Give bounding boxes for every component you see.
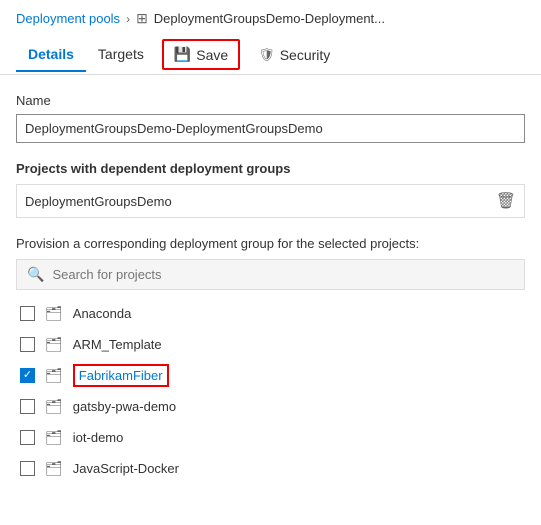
list-item: 🗂 ARM_Template	[16, 331, 525, 358]
breadcrumb-current: DeploymentGroupsDemo-Deployment...	[154, 11, 385, 26]
project-name-anaconda: Anaconda	[73, 306, 132, 321]
tab-details[interactable]: Details	[16, 38, 86, 72]
content-area: Name Projects with dependent deployment …	[0, 75, 541, 500]
search-icon: 🔍	[27, 266, 44, 283]
delete-icon[interactable]: 🗑	[496, 191, 516, 211]
project-checkbox-gatsby[interactable]	[20, 399, 35, 414]
breadcrumb-separator: ›	[126, 12, 130, 26]
existing-project-name: DeploymentGroupsDemo	[25, 194, 172, 209]
breadcrumb-icon: ⊞	[136, 10, 148, 27]
tab-targets[interactable]: Targets	[86, 38, 156, 72]
projects-section-title: Projects with dependent deployment group…	[16, 161, 525, 176]
project-checkbox-jsdocker[interactable]	[20, 461, 35, 476]
list-item: 🗂 FabrikamFiber	[16, 362, 525, 389]
list-item: 🗂 iot-demo	[16, 424, 525, 451]
project-icon-iot: 🗂	[45, 429, 63, 446]
project-icon-fabrikamfiber: 🗂	[45, 367, 63, 384]
existing-project-row: DeploymentGroupsDemo 🗑	[16, 184, 525, 218]
project-list: 🗂 Anaconda 🗂 ARM_Template 🗂 FabrikamFiber 🗂 gat…	[16, 300, 525, 482]
save-button[interactable]: 💾 Save	[162, 39, 240, 70]
breadcrumb-link[interactable]: Deployment pools	[16, 11, 120, 26]
search-input[interactable]	[52, 267, 514, 282]
name-input[interactable]	[16, 114, 525, 143]
project-name-jsdocker: JavaScript-Docker	[73, 461, 179, 476]
project-checkbox-arm_template[interactable]	[20, 337, 35, 352]
tabs-bar: Details Targets 💾 Save 🛡 Security	[0, 35, 541, 75]
project-checkbox-anaconda[interactable]	[20, 306, 35, 321]
list-item: 🗂 Anaconda	[16, 300, 525, 327]
project-icon-gatsby: 🗂	[45, 398, 63, 415]
shield-icon: 🛡	[258, 47, 275, 63]
project-name-arm_template: ARM_Template	[73, 337, 162, 352]
project-icon-jsdocker: 🗂	[45, 460, 63, 477]
save-icon: 💾	[174, 46, 191, 63]
tab-security[interactable]: 🛡 Security	[246, 39, 342, 71]
breadcrumb: Deployment pools › ⊞ DeploymentGroupsDem…	[0, 0, 541, 35]
tab-details-label: Details	[28, 46, 74, 62]
project-name-gatsby: gatsby-pwa-demo	[73, 399, 176, 414]
list-item: 🗂 JavaScript-Docker	[16, 455, 525, 482]
project-checkbox-fabrikamfiber[interactable]	[20, 368, 35, 383]
project-icon-arm_template: 🗂	[45, 336, 63, 353]
project-name-fabrikamfiber: FabrikamFiber	[73, 368, 169, 383]
tab-security-label: Security	[280, 47, 331, 63]
save-label: Save	[196, 47, 228, 63]
project-icon-anaconda: 🗂	[45, 305, 63, 322]
list-item: 🗂 gatsby-pwa-demo	[16, 393, 525, 420]
tab-targets-label: Targets	[98, 46, 144, 62]
name-label: Name	[16, 93, 525, 108]
provision-label: Provision a corresponding deployment gro…	[16, 236, 525, 251]
project-checkbox-iot[interactable]	[20, 430, 35, 445]
project-name-iot: iot-demo	[73, 430, 124, 445]
search-box: 🔍	[16, 259, 525, 290]
